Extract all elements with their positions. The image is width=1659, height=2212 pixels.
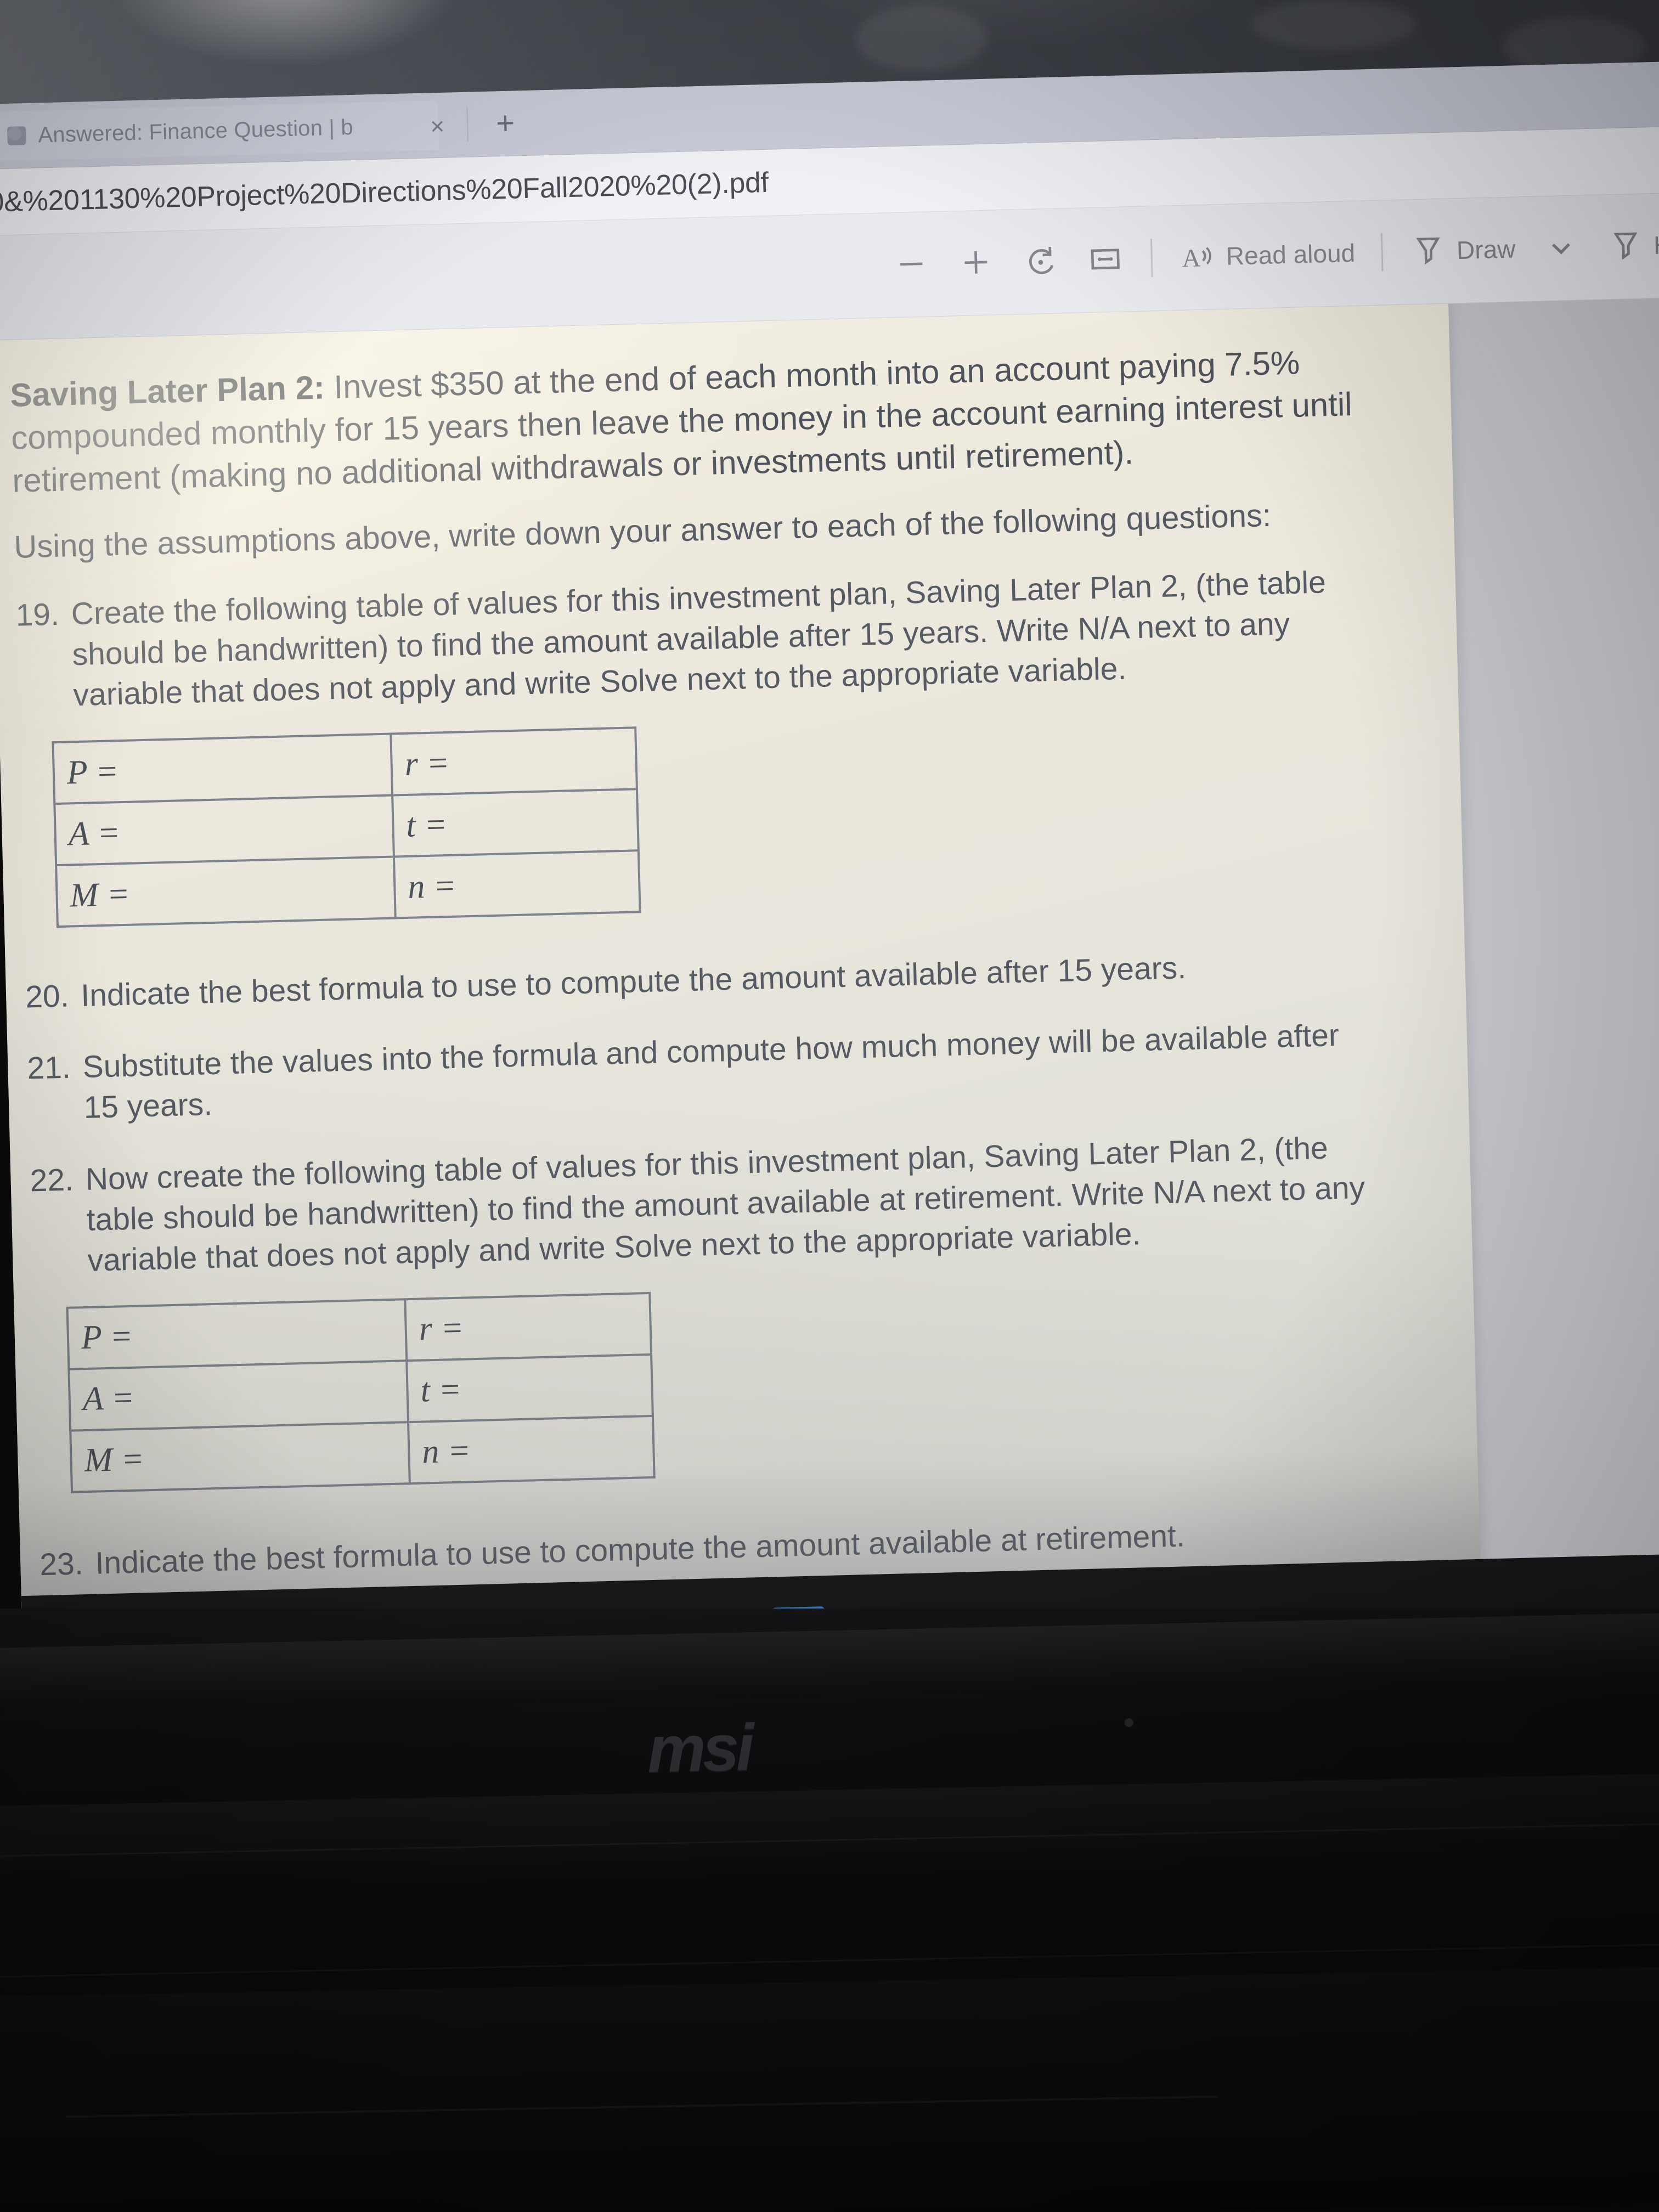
pdf-page: Saving Later Plan 2: Invest $350 at the … — [0, 299, 1484, 1690]
read-aloud-icon: A — [1182, 244, 1211, 273]
cell-P: P = — [53, 733, 393, 804]
rotate-icon — [1029, 247, 1054, 274]
plan-description: Saving Later Plan 2: Invest $350 at the … — [9, 340, 1362, 503]
question-number: 23. — [39, 1546, 84, 1583]
zoom-in-button[interactable] — [956, 242, 996, 282]
bezel-sheen — [0, 1772, 1659, 1895]
new-tab-button[interactable]: + — [488, 105, 522, 142]
cell-A: A = — [54, 795, 394, 866]
highlight-button[interactable]: H — [1606, 225, 1659, 266]
cell-r: r = — [405, 1293, 652, 1361]
pdf-viewer-stage[interactable]: Saving Later Plan 2: Invest $350 at the … — [0, 297, 1659, 1690]
question-item: 22. Now create the following table of va… — [30, 1126, 1382, 1282]
cell-t: t = — [407, 1354, 653, 1423]
browser-tab[interactable]: Answered: Finance Question | b — [0, 100, 439, 161]
question-text: Now create the following table of values… — [85, 1130, 1365, 1278]
draw-options-button[interactable] — [1541, 228, 1581, 267]
cell-t: t = — [392, 789, 639, 857]
document-body: Saving Later Plan 2: Invest $350 at the … — [9, 340, 1392, 1682]
address-bar-url: 0&%201130%20Project%20Directions%20Fall2… — [0, 166, 769, 218]
laptop-screen: Answered: Finance Question | b × + 0&%20… — [0, 61, 1659, 1712]
cell-r: r = — [391, 727, 637, 795]
photo-of-laptop-screen: Answered: Finance Question | b × + 0&%20… — [0, 0, 1659, 2212]
chevron-down-icon — [1551, 243, 1570, 255]
toolbar-divider-2 — [1381, 233, 1384, 272]
question-text: Create the following table of values for… — [71, 565, 1327, 713]
pdf-viewer-toolbar: A Read aloud Draw H — [891, 212, 1659, 297]
question-text: Substitute the values into the formula a… — [82, 1018, 1340, 1126]
cell-M: M = — [56, 856, 396, 927]
site-favicon — [7, 126, 26, 145]
plan-title: Saving Later Plan 2: — [9, 369, 325, 414]
question-number: 20. — [25, 978, 70, 1015]
zoom-out-button[interactable] — [891, 244, 931, 284]
question-number: 22. — [29, 1162, 74, 1199]
fit-to-page-button[interactable] — [1086, 239, 1125, 279]
draw-label: Draw — [1456, 234, 1516, 265]
instructions-text: Using the assumptions above, write down … — [13, 497, 1272, 565]
minus-icon — [900, 262, 923, 266]
pen-icon — [1416, 237, 1441, 265]
rotate-button[interactable] — [1021, 241, 1060, 280]
read-aloud-button[interactable]: A Read aloud — [1178, 234, 1356, 276]
cell-n: n = — [408, 1415, 654, 1483]
question-text: Indicate the best formula to use to comp… — [80, 950, 1187, 1014]
question-list: 19. Create the following table of values… — [15, 561, 1391, 1657]
brand-logo: msi — [646, 1711, 752, 1786]
question-item: 21. Substitute the values into the formu… — [27, 1014, 1378, 1130]
toolbar-divider-1 — [1150, 239, 1153, 278]
plan-description-text: Invest $350 at the end of each month int… — [10, 344, 1353, 499]
cell-P: P = — [67, 1299, 407, 1369]
question-number: 21. — [26, 1049, 71, 1086]
read-aloud-label: Read aloud — [1226, 238, 1356, 270]
question-number: 19. — [15, 596, 60, 633]
question-item: 19. Create the following table of values… — [15, 561, 1368, 717]
variable-table-1: P = r = A = t = M = n = — [52, 727, 641, 928]
laptop-hinge — [0, 1612, 1659, 1714]
cell-A: A = — [69, 1361, 409, 1431]
variable-table-2: P = r = A = t = M = n = — [66, 1292, 656, 1493]
draw-button[interactable]: Draw — [1409, 229, 1516, 270]
close-icon[interactable]: × — [423, 112, 452, 141]
keyboard-deck — [0, 1966, 1659, 2212]
browser-tab-title: Answered: Finance Question | b — [37, 115, 354, 147]
highlighter-icon — [1613, 232, 1638, 260]
highlight-label: H — [1653, 230, 1659, 260]
cell-M: M = — [70, 1422, 410, 1492]
cell-n: n = — [393, 850, 640, 918]
svg-text:A: A — [1182, 244, 1201, 273]
fit-page-icon — [1091, 249, 1120, 270]
question-item: 20. Indicate the best formula to use to … — [25, 943, 1375, 1018]
indicator-dot — [1125, 1718, 1133, 1727]
laptop-base: msi — [0, 1609, 1659, 2212]
tab-separator — [466, 107, 469, 142]
plus-icon — [964, 251, 988, 274]
